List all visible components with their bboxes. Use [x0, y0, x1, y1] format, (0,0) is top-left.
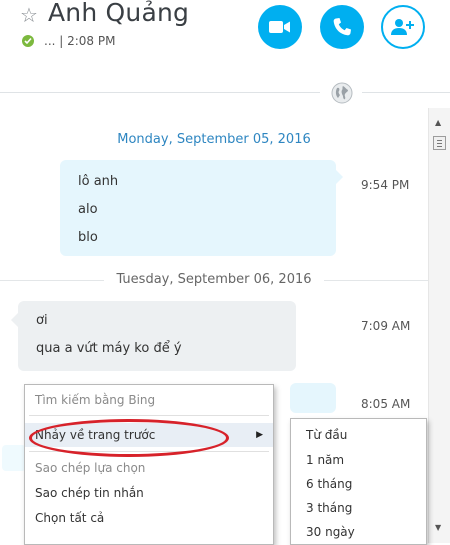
- status-text: ... | 2:08 PM: [44, 34, 116, 48]
- message-bubble[interactable]: ơi qua a vứt máy ko để ý: [11, 301, 296, 371]
- conversation-header: ☆ Anh Quảng ... | 2:08 PM: [0, 0, 450, 104]
- message-bubble[interactable]: [2, 445, 26, 471]
- message-line: ơi: [36, 313, 48, 328]
- menu-item-select-all[interactable]: Chọn tất cả: [25, 506, 273, 530]
- message-time: 8:05 AM: [361, 397, 411, 411]
- header-divider: [0, 92, 320, 93]
- contact-name[interactable]: Anh Quảng: [48, 0, 189, 27]
- message-time: 9:54 PM: [361, 178, 410, 192]
- status-online-icon: [22, 35, 34, 47]
- message-line: lô anh: [78, 174, 119, 189]
- highlight-annotation: [29, 419, 229, 457]
- status-row: ... | 2:08 PM: [22, 33, 115, 49]
- menu-item-search-bing[interactable]: Tìm kiếm bằng Bing: [25, 388, 273, 412]
- menu-item-copy-message[interactable]: Sao chép tin nhắn: [25, 481, 273, 505]
- date-separator: Tuesday, September 06, 2016: [116, 272, 312, 287]
- video-call-button[interactable]: [258, 5, 302, 49]
- message-time: 7:09 AM: [361, 319, 411, 333]
- phone-call-button[interactable]: [320, 5, 364, 49]
- menu-item-copy-selection[interactable]: Sao chép lựa chọn: [25, 456, 273, 480]
- context-menu: Tìm kiếm bằng Bing Nhảy về trang trước ▶…: [24, 384, 274, 545]
- menu-separator: [29, 415, 269, 416]
- add-person-icon: [391, 19, 414, 35]
- scrollbar-thumb[interactable]: [433, 136, 446, 150]
- header-divider: [362, 92, 450, 93]
- submenu-item-3-months[interactable]: 3 tháng: [306, 496, 352, 520]
- star-icon[interactable]: ☆: [20, 4, 38, 26]
- add-people-button[interactable]: [381, 5, 425, 49]
- submenu-item-1-year[interactable]: 1 năm: [306, 448, 344, 472]
- globe-icon[interactable]: [331, 82, 353, 104]
- scroll-down-arrow-icon[interactable]: ▼: [435, 523, 441, 532]
- message-line: blo: [78, 230, 98, 245]
- chat-scrollbar[interactable]: ▲ ▼: [428, 108, 450, 543]
- video-call-icon: [269, 21, 290, 33]
- submenu-item-6-months[interactable]: 6 tháng: [306, 472, 352, 496]
- submenu-item-30-days[interactable]: 30 ngày: [306, 520, 355, 544]
- message-bubble[interactable]: lô anh alo blo: [60, 160, 343, 256]
- scroll-up-arrow-icon[interactable]: ▲: [435, 118, 441, 127]
- phone-call-icon: [333, 18, 351, 36]
- jump-back-submenu: Từ đầu 1 năm 6 tháng 3 tháng 30 ngày: [290, 418, 427, 545]
- submenu-arrow-icon: ▶: [256, 430, 263, 440]
- submenu-item-from-start[interactable]: Từ đầu: [306, 423, 347, 447]
- date-separator: Monday, September 05, 2016: [117, 132, 311, 147]
- message-bubble[interactable]: [290, 383, 336, 413]
- message-line: alo: [78, 202, 98, 217]
- message-line: qua a vứt máy ko để ý: [36, 341, 182, 356]
